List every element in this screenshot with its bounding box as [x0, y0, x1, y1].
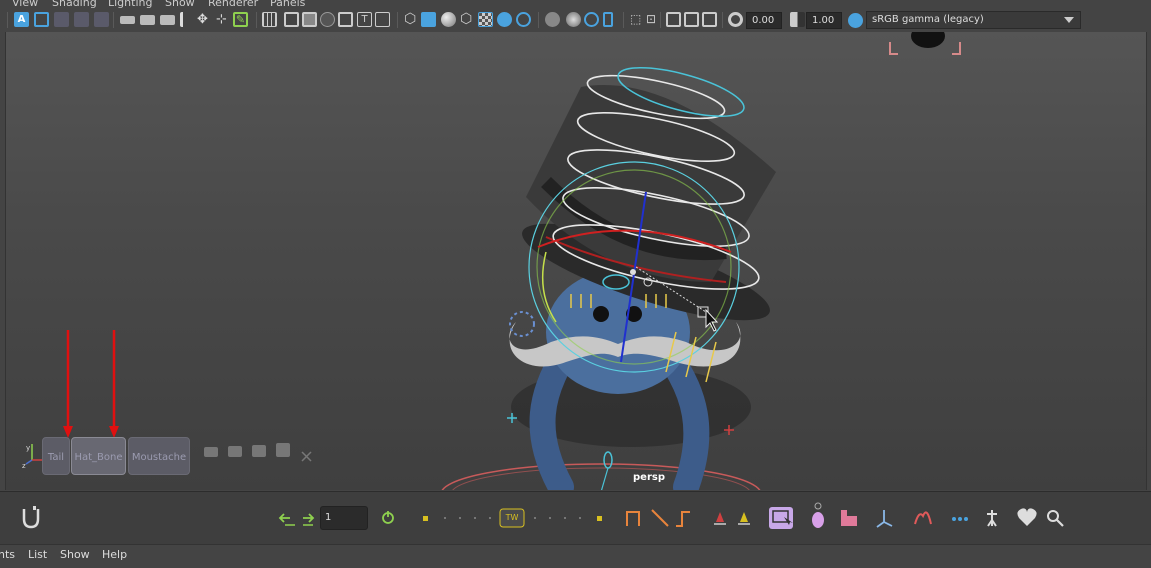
menu-show[interactable]: Show: [165, 0, 195, 9]
viewport-menu-bar: View Shading Lighting Show Renderer Pane…: [0, 0, 1151, 9]
grid-icon[interactable]: [94, 12, 109, 27]
toolbar-divider: [397, 12, 398, 28]
select-camera-icon[interactable]: A: [14, 12, 29, 27]
screen-space-ao-icon[interactable]: [545, 12, 560, 27]
exposure-icon[interactable]: [728, 12, 743, 27]
anti-aliasing-icon[interactable]: [584, 12, 599, 27]
step-forward-icon: [303, 513, 315, 523]
safe-action-icon[interactable]: ⊹: [216, 12, 231, 27]
bookmark-icon[interactable]: [54, 12, 69, 27]
menu-shading[interactable]: Shading: [52, 0, 97, 9]
search-icon: [1047, 510, 1059, 522]
isolate-select-icon[interactable]: ⬚: [630, 12, 645, 27]
chevron-down-icon: [1064, 17, 1074, 23]
shelf-button-tail[interactable]: Tail: [42, 437, 70, 475]
gamma-field[interactable]: 1.00: [806, 12, 842, 29]
tw-label[interactable]: TW: [503, 513, 521, 522]
time-control-bar: 1 TW: [0, 491, 1151, 544]
svg-text:y: y: [26, 444, 30, 452]
heart-icon: [1017, 508, 1037, 526]
film-gate-toggle-icon[interactable]: [284, 12, 299, 27]
use-all-lights-icon[interactable]: [497, 12, 512, 27]
figure-icon: [987, 510, 997, 527]
grid-toggle-icon[interactable]: [262, 12, 277, 27]
step-back-icon: [278, 513, 290, 523]
camera-icon[interactable]: [120, 16, 135, 24]
camera-attributes-icon[interactable]: [34, 12, 49, 27]
left-eye: [593, 306, 609, 322]
key-icons: [714, 512, 750, 525]
pose-icon: [841, 510, 857, 526]
scene-graphic: y z: [22, 32, 961, 490]
textured-icon[interactable]: [478, 12, 493, 27]
linear-tangent-icon: [651, 509, 669, 527]
shelf-button-moustache[interactable]: Moustache: [128, 437, 190, 475]
menu-item-nts[interactable]: nts: [0, 548, 15, 561]
menu-lighting[interactable]: Lighting: [108, 0, 152, 9]
xray-joints-icon[interactable]: [666, 12, 681, 27]
safe-title-icon[interactable]: T: [357, 12, 372, 27]
app-logo-icon: [22, 509, 40, 529]
depth-of-field-icon[interactable]: [603, 12, 613, 27]
toolbar-divider: [7, 12, 8, 28]
field-chart-icon[interactable]: ✥: [197, 12, 212, 27]
toolbar-divider: [722, 12, 723, 28]
backface-culling-icon[interactable]: [702, 12, 717, 27]
current-frame-field[interactable]: 1: [320, 506, 368, 530]
svg-text:z: z: [22, 462, 26, 470]
gate-mask-icon[interactable]: [180, 12, 186, 27]
color-space-dropdown[interactable]: sRGB gamma (legacy): [866, 11, 1081, 29]
shelf-extra-icons: [204, 443, 312, 462]
pencil-icon[interactable]: ✎: [233, 12, 248, 27]
more-icon: [952, 517, 968, 521]
toolbar-divider: [623, 12, 624, 28]
toolbar-divider: [256, 12, 257, 28]
shadows-icon[interactable]: [516, 12, 531, 27]
toolbar-divider: [538, 12, 539, 28]
axis-tool-icon: [876, 510, 893, 528]
character-set-icon: [812, 512, 824, 528]
resolution-toggle-icon[interactable]: [302, 12, 317, 27]
annotation-arrows: [63, 330, 119, 438]
resolution-gate-icon[interactable]: [160, 15, 175, 25]
menu-panels[interactable]: Panels: [270, 0, 305, 9]
menu-renderer[interactable]: Renderer: [208, 0, 258, 9]
3d-viewport[interactable]: y z Tail Hat_Bone Moustache persp: [5, 32, 1147, 490]
wireframe-icon[interactable]: ⬡: [404, 12, 419, 27]
menu-item-help[interactable]: Help: [102, 548, 127, 561]
image-plane-icon[interactable]: [74, 12, 89, 27]
gate-mask-toggle-icon[interactable]: [320, 12, 335, 27]
clamped-tangent-icon: [676, 511, 690, 527]
wireframe-on-shaded-icon[interactable]: ⬡: [460, 12, 475, 27]
toolbar-divider: [660, 12, 661, 28]
exposure-field[interactable]: 0.00: [746, 12, 782, 29]
smooth-shade-icon[interactable]: [421, 12, 436, 27]
shelf-button-hat-bone[interactable]: Hat_Bone: [71, 437, 126, 475]
gamma-icon[interactable]: [790, 12, 805, 27]
bottom-menu-bar: nts List Show Help: [0, 544, 1151, 568]
viewport-toolbar: A ✥ ⊹ ✎ T ⬡ ⬡ ⬚ ⊡ 0.00 1.00 sRGB gamma (…: [0, 9, 1151, 32]
menu-item-list[interactable]: List: [28, 548, 47, 561]
view-cube-icon: [889, 32, 961, 55]
xray-icon[interactable]: ⊡: [646, 12, 661, 27]
film-gate-icon[interactable]: [140, 15, 155, 25]
camera-name-label: persp: [633, 472, 665, 483]
field-chart-toggle-icon[interactable]: [338, 12, 353, 27]
menu-item-show[interactable]: Show: [60, 548, 90, 561]
safe-action-toggle-icon[interactable]: [375, 12, 390, 27]
default-material-icon[interactable]: [441, 12, 456, 27]
toolbar-divider: [113, 12, 114, 28]
xray-active-icon[interactable]: [684, 12, 699, 27]
motion-blur-icon[interactable]: [566, 12, 581, 27]
color-space-value: sRGB gamma (legacy): [872, 14, 984, 25]
color-management-icon[interactable]: [848, 13, 863, 28]
step-tangent-icon: [626, 511, 640, 526]
menu-view[interactable]: View: [12, 0, 38, 9]
ik-icon: [914, 511, 932, 525]
